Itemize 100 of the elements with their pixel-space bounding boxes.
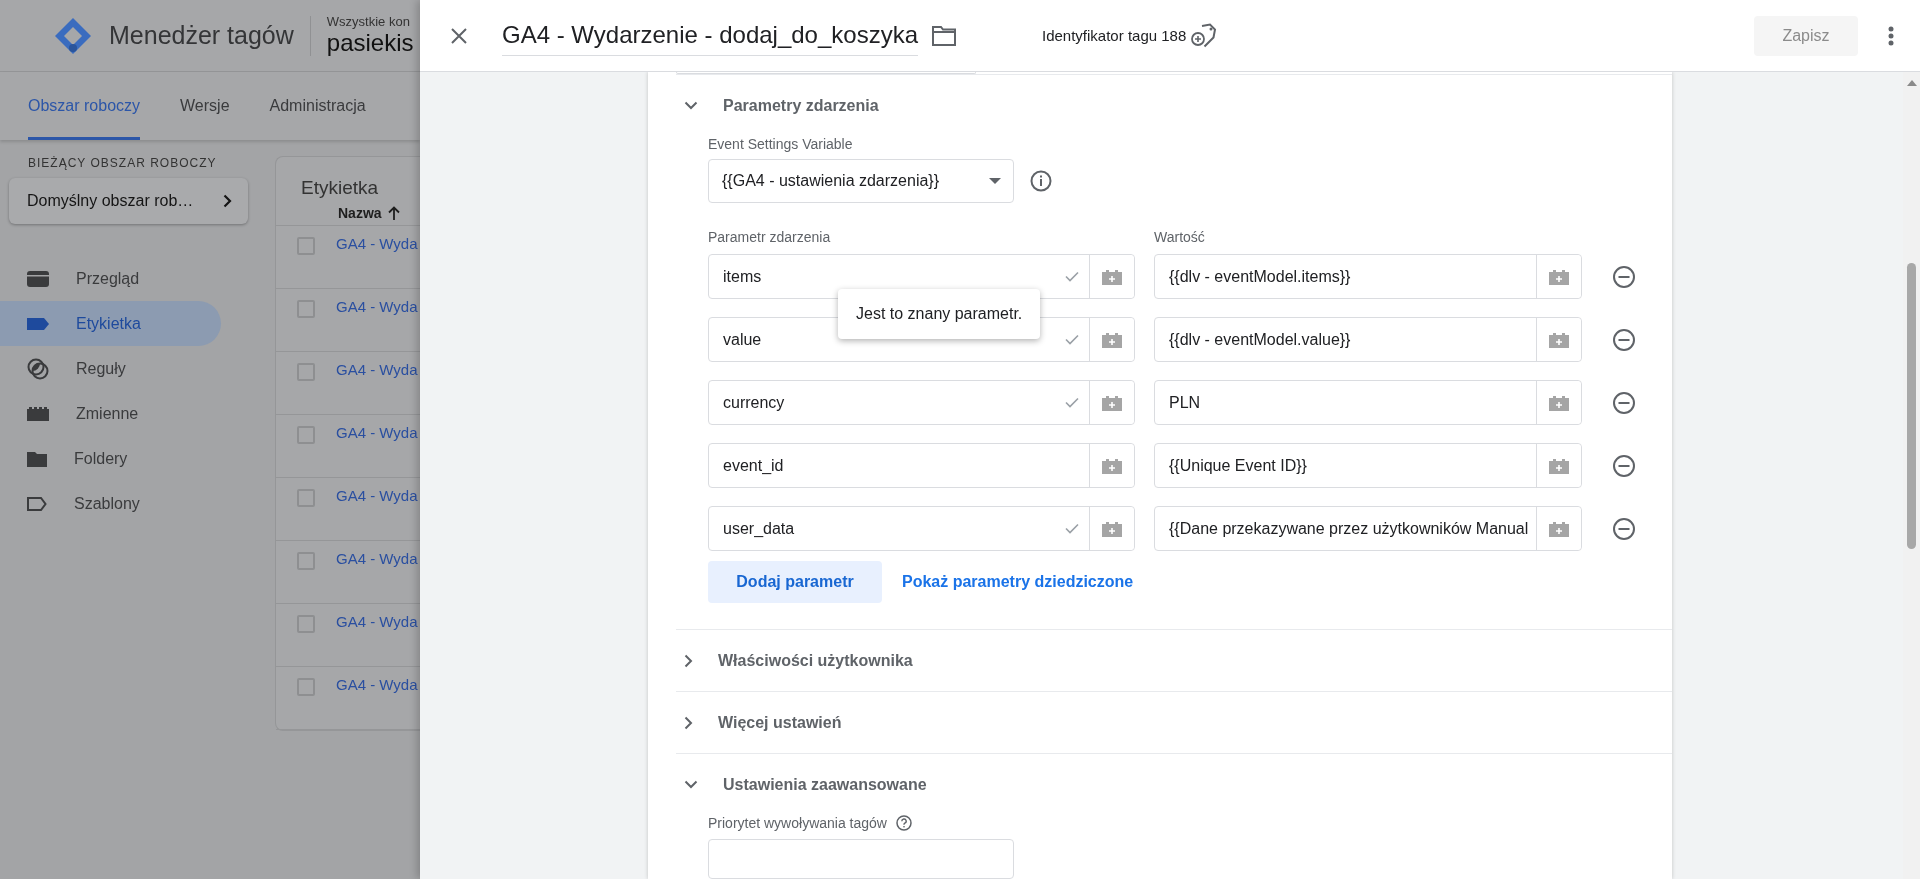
row-checkbox[interactable] — [297, 426, 315, 444]
remove-circle-icon[interactable] — [1612, 390, 1636, 415]
tag-icon — [27, 317, 49, 330]
tag-name-link[interactable]: GA4 - Wyda — [336, 298, 418, 315]
remove-circle-icon[interactable] — [1612, 516, 1636, 541]
priority-input-field[interactable] — [708, 839, 1014, 879]
tooltip: Jest to znany parametr. — [838, 289, 1041, 339]
info-icon[interactable] — [1030, 170, 1052, 192]
trigger-circles-icon — [27, 357, 49, 380]
row-checkbox[interactable] — [297, 615, 315, 633]
section-title[interactable]: Ustawienia zaawansowane — [723, 775, 927, 794]
parameter-name-field[interactable]: user_data — [708, 506, 1135, 551]
tag-name-link[interactable]: GA4 - Wyda — [336, 235, 418, 252]
section-title[interactable]: Więcej ustawień — [718, 713, 842, 732]
variable-brick-icon — [1100, 457, 1124, 474]
variable-brick-icon — [1547, 394, 1571, 411]
folder-icon[interactable] — [932, 25, 956, 46]
tag-name-link[interactable]: GA4 - Wyda — [336, 676, 418, 693]
settings-variable-dropdown[interactable]: {{GA4 - ustawienia zdarzenia}} — [708, 159, 1014, 203]
column-label: Wartość — [1154, 229, 1205, 245]
field-label: Event Settings Variable — [708, 136, 854, 152]
workspace-heading: BIEŻĄCY OBSZAR ROBOCZY — [28, 156, 218, 170]
parameter-value-field[interactable]: {{dlv - eventModel.items}} — [1154, 254, 1582, 299]
variable-brick-icon — [1547, 520, 1571, 537]
row-checkbox[interactable] — [297, 363, 315, 381]
tag-name-link[interactable]: GA4 - Wyda — [336, 424, 418, 441]
variable-brick-icon — [1547, 331, 1571, 348]
workspace-button[interactable]: Domyślny obszar rob… — [9, 178, 248, 224]
diamond-logo-icon — [53, 15, 93, 56]
row-checkbox[interactable] — [297, 678, 315, 696]
section-title[interactable]: Parametry zdarzenia — [723, 96, 879, 115]
help-icon[interactable] — [895, 815, 912, 831]
folder-icon — [27, 450, 47, 467]
insert-variable-button[interactable] — [1536, 507, 1581, 550]
parameter-value-field[interactable]: {{Unique Event ID}} — [1154, 443, 1582, 488]
scrollbar[interactable] — [1903, 72, 1920, 879]
sidebar-item[interactable]: Zmienne — [0, 391, 221, 436]
tag-name-link[interactable]: GA4 - Wyda — [336, 550, 418, 567]
tag-name-link[interactable]: GA4 - Wyda — [336, 487, 418, 504]
show-inherited-link[interactable]: Pokaż parametry dziedziczone — [902, 573, 1134, 591]
chevron-down-icon[interactable] — [684, 101, 698, 110]
remove-circle-icon[interactable] — [1612, 264, 1636, 289]
insert-variable-button[interactable] — [1536, 318, 1581, 361]
remove-circle-icon[interactable] — [1612, 453, 1636, 478]
sort-up-arrow-icon[interactable] — [387, 205, 400, 220]
column-header[interactable]: Nazwa — [338, 204, 382, 221]
insert-variable-button[interactable] — [1536, 381, 1581, 424]
add-parameter-button[interactable]: Dodaj parametr — [708, 561, 882, 603]
parameter-value-field[interactable]: {{dlv - eventModel.value}} — [1154, 317, 1582, 362]
row-checkbox[interactable] — [297, 300, 315, 318]
tag-plus-icon — [1190, 22, 1219, 49]
sidebar-item[interactable]: Szablony — [0, 481, 221, 526]
insert-variable-button[interactable] — [1089, 255, 1134, 298]
tag-outline-icon — [27, 496, 47, 511]
scrollbar-thumb[interactable] — [1907, 263, 1916, 549]
parameter-value-field[interactable]: PLN — [1154, 380, 1582, 425]
variable-brick-icon — [1100, 520, 1124, 537]
variable-brick-icon — [1100, 394, 1124, 411]
sidebar-item[interactable]: Foldery — [0, 436, 221, 481]
variable-brick-icon — [1100, 268, 1124, 285]
row-checkbox[interactable] — [297, 237, 315, 255]
account-label: Wszystkie kon — [326, 14, 411, 29]
nav-tab[interactable]: Wersje — [180, 72, 230, 140]
section-title[interactable]: Właściwości użytkownika — [718, 651, 913, 670]
variable-brick-icon — [1547, 457, 1571, 474]
parameter-name-field[interactable]: event_id — [708, 443, 1135, 488]
insert-variable-button[interactable] — [1089, 381, 1134, 424]
chevron-right-icon[interactable] — [684, 653, 693, 668]
sidebar-item[interactable]: Przegląd — [0, 256, 221, 301]
container-name[interactable]: pasiekis — [326, 29, 414, 57]
tag-name-link[interactable]: GA4 - Wyda — [336, 613, 418, 630]
tag-name-field[interactable]: GA4 - Wydarzenie - dodaj_do_koszyka — [502, 15, 918, 56]
parameter-value-field[interactable]: {{Dane przekazywane przez użytkowników Manual — [1154, 506, 1582, 551]
sidebar-item[interactable]: Etykietka — [0, 301, 221, 346]
brick-icon — [27, 406, 49, 421]
insert-variable-button[interactable] — [1089, 318, 1134, 361]
chevron-down-icon[interactable] — [684, 780, 698, 789]
insert-variable-button[interactable] — [1089, 507, 1134, 550]
variable-brick-icon — [1547, 268, 1571, 285]
nav-tab[interactable]: Administracja — [269, 72, 366, 140]
row-checkbox[interactable] — [297, 489, 315, 507]
dropdown-caret-icon — [989, 178, 1001, 184]
insert-variable-button[interactable] — [1536, 444, 1581, 487]
card-title: Etykietka — [300, 176, 380, 200]
remove-circle-icon[interactable] — [1612, 327, 1636, 352]
row-checkbox[interactable] — [297, 552, 315, 570]
tag-name-link[interactable]: GA4 - Wyda — [336, 361, 418, 378]
nav-tab[interactable]: Obszar roboczy — [28, 72, 141, 140]
more-vertical-icon[interactable] — [1888, 25, 1894, 46]
product-name: Menedżer tagów — [109, 21, 294, 50]
sidebar-item[interactable]: Reguły — [0, 346, 221, 391]
scroll-up-arrow-icon[interactable] — [1906, 80, 1917, 86]
insert-variable-button[interactable] — [1536, 255, 1581, 298]
parameter-name-field[interactable]: currency — [708, 380, 1135, 425]
column-label: Parametr zdarzenia — [708, 229, 832, 245]
variable-brick-icon — [1100, 331, 1124, 348]
briefcase-icon — [27, 270, 49, 287]
chevron-right-icon — [223, 194, 232, 208]
chevron-right-icon[interactable] — [684, 715, 693, 730]
insert-variable-button[interactable] — [1089, 444, 1134, 487]
